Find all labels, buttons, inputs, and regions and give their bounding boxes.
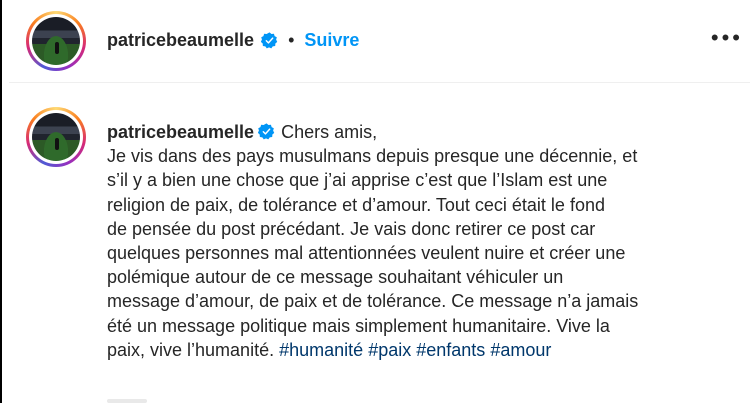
window-edge: [0, 0, 2, 403]
post-caption-section: patricebeaumelle Chers amis, Je vis dans…: [9, 83, 750, 403]
hashtag-link[interactable]: #paix: [368, 340, 411, 360]
avatar-frame: [29, 14, 83, 68]
clipped-content-edge: [107, 399, 147, 403]
caption-line: quelques personnes mal attentionnées veu…: [107, 243, 626, 264]
caption-line: message d’amour, de paix et de tolérance…: [107, 291, 639, 312]
caption-line: religion de paix, de tolérance et d’amou…: [107, 194, 605, 215]
caption-text: patricebeaumelle Chers amis, Je vis dans…: [107, 120, 747, 362]
caption-line: s’il y a bien une chose que j’ai apprise…: [107, 170, 608, 191]
avatar-image: [32, 17, 80, 65]
verified-badge-icon: [261, 32, 278, 49]
follow-button[interactable]: Suivre: [304, 30, 359, 51]
header-account-line: patricebeaumelle • Suivre: [107, 30, 359, 51]
caption-line: été un message politique mais simplement…: [107, 315, 610, 336]
caption-line: Je vis dans des pays musulmans depuis pr…: [107, 146, 638, 167]
caption-avatar-frame: [29, 110, 83, 164]
header-username[interactable]: patricebeaumelle: [107, 30, 254, 51]
caption-line: de pensée du post précédant. Je vais don…: [107, 218, 596, 239]
post-header: patricebeaumelle • Suivre •••: [9, 0, 750, 83]
hashtag-link[interactable]: #humanité: [279, 340, 363, 360]
more-options-icon[interactable]: •••: [711, 27, 743, 49]
hashtag-link[interactable]: #enfants: [416, 340, 485, 360]
caption-username[interactable]: patricebeaumelle: [107, 122, 254, 142]
caption-avatar-image: [32, 113, 80, 161]
avatar[interactable]: [26, 11, 86, 71]
caption-verified-badge-icon: [258, 123, 275, 140]
header-separator: •: [288, 30, 295, 50]
caption-line: Chers amis,: [281, 122, 378, 142]
caption-avatar[interactable]: [26, 107, 86, 167]
caption-line: polémique autour de ce message souhaitan…: [107, 267, 564, 288]
caption-line: paix, vive l’humanité.: [107, 339, 275, 360]
hashtag-link[interactable]: #amour: [490, 340, 551, 360]
